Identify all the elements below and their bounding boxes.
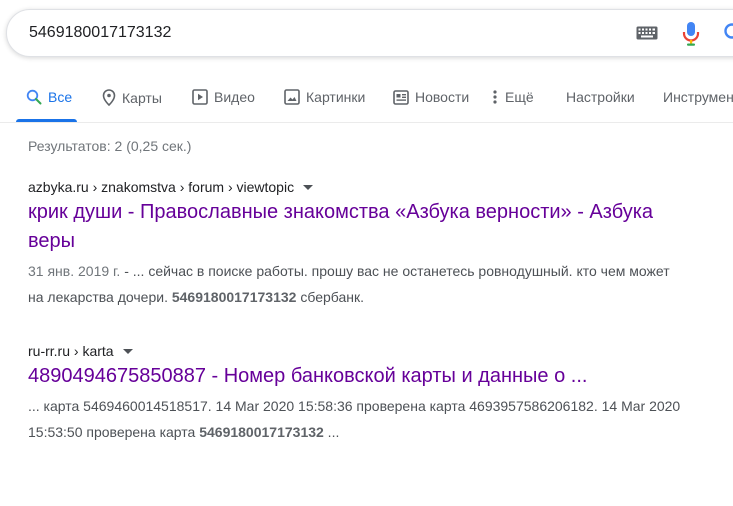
search-bar[interactable]: [6, 9, 733, 57]
snippet-text-end: ...: [323, 424, 340, 440]
search-icon: [26, 89, 42, 105]
search-result: ru-rr.ru › karta 4890494675850887 - Номе…: [28, 343, 688, 445]
result-url[interactable]: azbyka.ru › znakomstva › forum › viewtop…: [28, 179, 294, 195]
tab-settings[interactable]: Настройки: [566, 89, 635, 105]
tab-more[interactable]: Ещё: [493, 89, 534, 105]
tab-news[interactable]: Новости: [393, 89, 469, 105]
more-vertical-icon: [493, 90, 497, 104]
tab-label: Инструменты: [663, 89, 733, 105]
result-date: 31 янв. 2019 г.: [28, 263, 121, 279]
news-icon: [393, 89, 409, 105]
keyboard-icon[interactable]: [636, 26, 658, 45]
active-tab-indicator: [16, 119, 77, 122]
tab-label: Новости: [415, 89, 470, 105]
caret-down-icon[interactable]: [303, 184, 314, 190]
result-cite: ru-rr.ru › karta: [28, 343, 688, 359]
result-snippet: ... карта 5469460014518517. 14 Mar 2020 …: [28, 393, 688, 445]
video-icon: [192, 89, 208, 105]
tab-video[interactable]: Видео: [192, 89, 255, 105]
result-title-link[interactable]: 4890494675850887 - Номер банковской карт…: [28, 362, 688, 391]
search-input[interactable]: [29, 22, 569, 44]
search-submit-icon[interactable]: [723, 22, 733, 49]
tab-label: Ещё: [505, 89, 534, 105]
tab-label: Все: [48, 89, 73, 105]
tab-images[interactable]: Картинки: [284, 89, 365, 105]
result-snippet: 31 янв. 2019 г. - ... сейчас в поиске ра…: [28, 258, 688, 310]
search-tabs: Все Карты Видео Картинки Новости Ещё Нас…: [0, 76, 733, 123]
result-url[interactable]: ru-rr.ru › karta: [28, 343, 114, 359]
snippet-highlight: 5469180017173132: [199, 424, 324, 440]
snippet-text: ... карта 5469460014518517. 14 Mar 2020 …: [28, 398, 681, 440]
snippet-highlight: 5469180017173132: [171, 289, 297, 305]
caret-down-icon[interactable]: [122, 348, 133, 354]
image-icon: [284, 89, 300, 105]
tab-label: Видео: [214, 89, 255, 105]
search-result: azbyka.ru › znakomstva › forum › viewtop…: [28, 179, 688, 310]
tab-label: Настройки: [566, 89, 635, 105]
tab-maps[interactable]: Карты: [102, 89, 162, 106]
snippet-text-end: сбербанк.: [296, 289, 364, 305]
microphone-icon[interactable]: [682, 21, 700, 52]
tab-all[interactable]: Все: [26, 89, 72, 105]
map-pin-icon: [102, 89, 116, 106]
tab-label: Карты: [122, 89, 162, 106]
result-cite: azbyka.ru › znakomstva › forum › viewtop…: [28, 179, 688, 195]
result-title-link[interactable]: крик души - Православные знакомства «Азб…: [28, 198, 688, 256]
tab-tools[interactable]: Инструменты: [663, 89, 733, 105]
tab-label: Картинки: [306, 89, 366, 105]
result-stats: Результатов: 2 (0,25 сек.): [28, 138, 192, 154]
